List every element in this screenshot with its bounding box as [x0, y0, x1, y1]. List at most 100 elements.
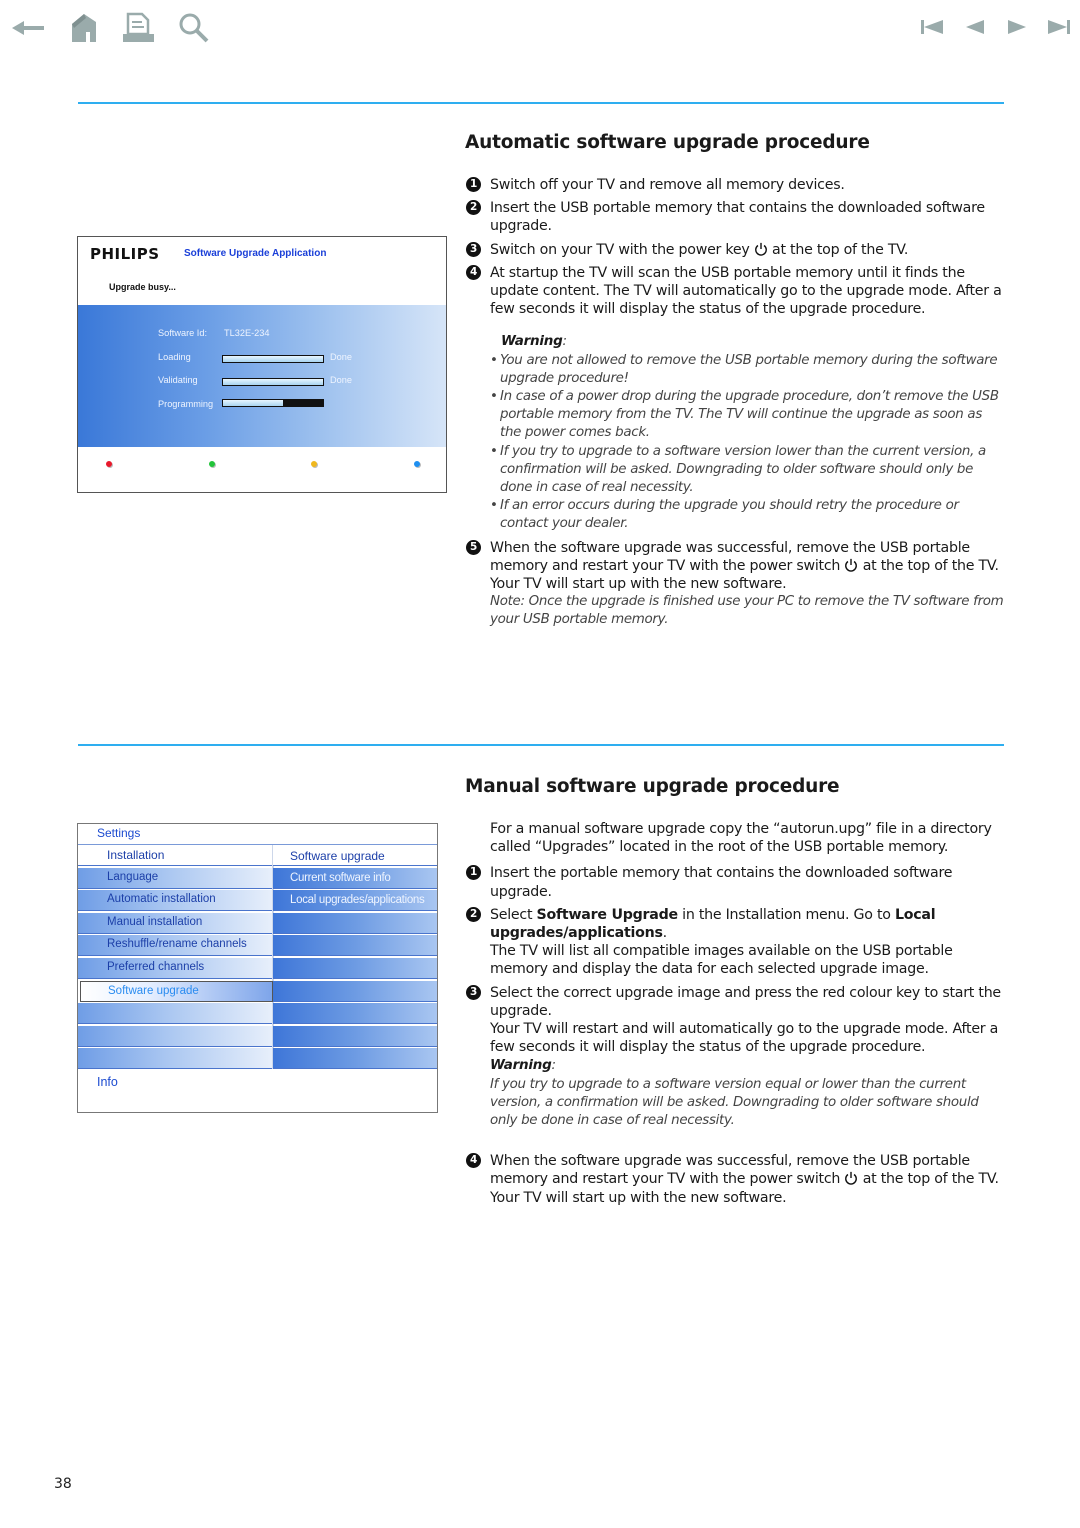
search-icon[interactable] [176, 10, 212, 46]
step-5: 5 When the software upgrade was successf… [466, 539, 1006, 630]
warning-label: Warning [501, 333, 563, 350]
step-4: 4 At startup the TV will scan the USB po… [466, 264, 1006, 319]
back-arrow-icon[interactable] [10, 10, 46, 46]
warning-label: Warning [490, 1057, 552, 1074]
menu-item-empty[interactable] [78, 1025, 272, 1047]
last-page-icon[interactable] [1044, 10, 1080, 46]
step-text-line: Your TV will restart and will automatica… [490, 1021, 999, 1056]
submenu-item-empty[interactable] [273, 980, 437, 1002]
tv-upgrade-screen: PHILIPS Software Upgrade Application Upg… [77, 236, 447, 493]
step-1: 1 Switch off your TV and remove all memo… [466, 176, 1006, 194]
menu-item-label: Installation [107, 848, 165, 862]
submenu-item-empty[interactable] [273, 1025, 437, 1047]
warning-item: • If you try to upgrade to a software ver… [490, 443, 986, 496]
submenu-item-label: Local upgrades/applications [290, 894, 425, 907]
print-icon[interactable] [120, 10, 156, 46]
warning-text: You are not allowed to remove the USB po… [500, 352, 998, 386]
progress-fill [223, 356, 323, 362]
step-number: 1 [466, 865, 481, 881]
menu-item-label: Software upgrade [108, 984, 199, 997]
manual-steps: For a manual software upgrade copy the “… [466, 820, 1006, 1207]
submenu-item-local-upgrades-applications[interactable]: Local upgrades/applications [273, 890, 437, 912]
progress-state: Done [330, 375, 352, 385]
submenu-item-empty[interactable] [273, 1003, 437, 1025]
yellow-key-icon [311, 461, 317, 467]
step-text: Select the correct upgrade image and pre… [490, 984, 1001, 1019]
app-title: Software Upgrade Application [184, 248, 327, 259]
power-icon [845, 558, 858, 572]
menu-header: Settings [97, 826, 141, 840]
menu-item-software-upgrade[interactable]: Software upgrade [80, 980, 273, 1002]
step-number: 3 [466, 241, 481, 257]
menu-item-installation[interactable]: Installation [78, 845, 272, 866]
step-3: 3 Select the correct upgrade image and p… [466, 984, 1006, 1131]
step-text: . [662, 925, 668, 942]
power-icon [754, 242, 767, 256]
section-title-manual: Manual software upgrade procedure [465, 776, 840, 797]
menu-item-reshuffle-rename-channels[interactable]: Reshuffle/rename channels [78, 935, 272, 957]
color-keys-bar [78, 447, 446, 492]
progress-state: Done [330, 352, 352, 362]
warning-text: If an error occurs during the upgrade yo… [500, 498, 959, 532]
section-divider [78, 744, 1004, 746]
step-number: 4 [466, 264, 481, 280]
submenu-item-empty[interactable] [273, 958, 437, 979]
previous-page-icon[interactable] [960, 10, 996, 46]
menu-item-label: Preferred channels [107, 961, 205, 973]
tv-settings-menu: Settings Info Installation Language Automa… [77, 823, 438, 1113]
step-text: Switch on your TV with the power key [490, 241, 750, 258]
progress-label: Validating [158, 375, 198, 385]
step-number: 2 [466, 906, 481, 922]
menu-item-automatic-installation[interactable]: Automatic installation [78, 890, 272, 912]
menu-item-label: Language [107, 870, 159, 883]
submenu-item-current-software-info[interactable]: Current software info [273, 867, 437, 889]
step-text: Select [490, 906, 537, 923]
step-text: Insert the portable memory that contains… [490, 865, 953, 900]
warning-item: • You are not allowed to remove the USB p… [490, 352, 998, 386]
step-text-line: The TV will list all compatible images a… [490, 943, 953, 978]
next-page-icon[interactable] [1002, 10, 1038, 46]
step-number: 2 [466, 200, 481, 216]
step-text: Switch off your TV and remove all memory… [490, 177, 845, 193]
step-text: Insert the USB portable memory that cont… [490, 200, 985, 235]
warning-text: If you try to upgrade to a software vers… [500, 443, 986, 496]
menu-item-language[interactable]: Language [78, 867, 272, 889]
page-number: 38 [54, 1476, 72, 1492]
warning-text: If you try to upgrade to a software vers… [490, 1076, 979, 1129]
step-2: 2 Select Software Upgrade in the Install… [466, 906, 1006, 979]
progress-label: Loading [158, 352, 191, 362]
submenu-item-empty[interactable] [273, 912, 437, 934]
blue-key-icon [414, 461, 420, 467]
philips-logo: PHILIPS [90, 245, 160, 263]
menu-info: Info [97, 1075, 118, 1089]
automatic-steps: 1 Switch off your TV and remove all memo… [466, 176, 1006, 630]
menu-item-label: Manual installation [107, 915, 203, 928]
menu-item-label: Reshuffle/rename channels [107, 938, 247, 951]
progress-fill [223, 379, 323, 385]
tv-screen-header: PHILIPS Software Upgrade Application Upg… [78, 237, 446, 305]
step-text: in the Installation menu. Go to [677, 906, 895, 923]
red-key-icon [106, 461, 112, 467]
submenu-item-empty[interactable] [273, 935, 437, 957]
submenu-item-software-upgrade[interactable]: Software upgrade [273, 845, 437, 866]
progress-fill [223, 400, 283, 406]
submenu-item-empty[interactable] [273, 1048, 437, 1070]
progress-bar-programming [222, 399, 324, 407]
progress-panel: Software Id: TL32E-234 Loading Done Vali… [78, 305, 446, 447]
manual-intro: For a manual software upgrade copy the “… [490, 821, 992, 856]
software-id-value: TL32E-234 [224, 328, 270, 338]
step-number: 1 [466, 177, 481, 192]
menu-item-manual-installation[interactable]: Manual installation [78, 912, 272, 934]
submenu-item-label: Current software info [290, 871, 391, 884]
software-id-label: Software Id: [158, 328, 208, 338]
menu-item-empty[interactable] [78, 1048, 272, 1070]
step-3: 3 Switch on your TV with the power key a… [466, 241, 1006, 259]
menu-item-empty[interactable] [78, 1003, 272, 1025]
first-page-icon[interactable] [918, 10, 954, 46]
home-icon[interactable] [66, 10, 102, 46]
submenu-item-label: Software upgrade [290, 849, 385, 863]
menu-item-preferred-channels[interactable]: Preferred channels [78, 958, 272, 979]
warning-text: In case of a power drop during the upgra… [500, 389, 999, 441]
step-4: 4 When the software upgrade was successf… [466, 1152, 1006, 1207]
progress-bar-validating [222, 378, 324, 386]
